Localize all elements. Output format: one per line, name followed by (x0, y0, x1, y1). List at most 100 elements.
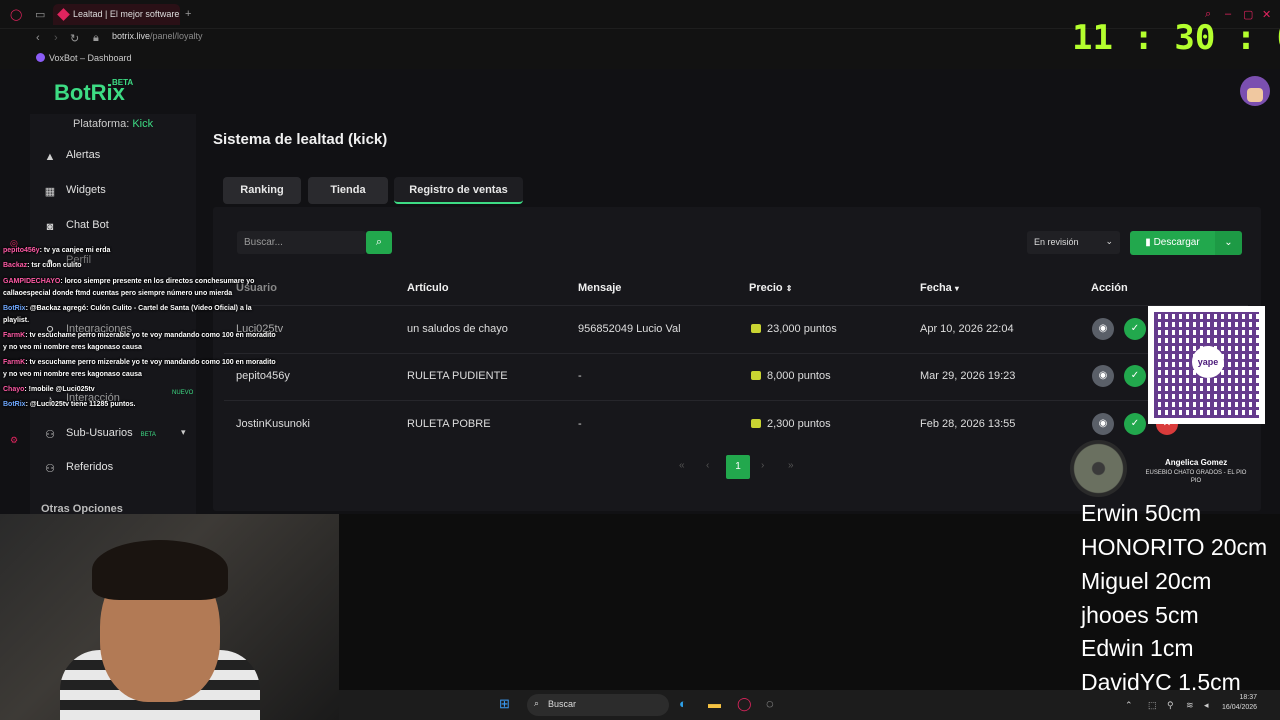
opera-logo-icon[interactable]: ◯ (10, 8, 22, 21)
chat-message: BotRix: @Backaz agregó: Culón Culito - C… (3, 305, 252, 312)
logo-beta-badge: BETA (112, 78, 134, 87)
platform-label: Plataforma: (73, 118, 130, 130)
coins-icon (751, 371, 761, 380)
chat-message: Backaz: tsr culon culito (3, 262, 82, 269)
url-path: /panel/loyalty (150, 31, 203, 41)
tab-grid-icon[interactable]: ▭ (35, 8, 45, 21)
current-page-button[interactable]: 1 (726, 455, 750, 479)
search-input[interactable]: Buscar... (237, 231, 366, 254)
view-icon[interactable]: ◉ (1092, 413, 1114, 435)
view-icon[interactable]: ◉ (1092, 318, 1114, 340)
album-art-disc (1070, 440, 1127, 497)
url-field[interactable]: botrix.live/panel/loyalty (112, 31, 203, 41)
chevron-up-icon[interactable]: ⌃ (1125, 700, 1133, 711)
sidebar-item-label: Chat Bot (66, 219, 109, 231)
reload-icon[interactable]: ↻ (70, 32, 79, 45)
warning-icon: ▲ (44, 151, 56, 163)
volume-icon[interactable]: ◂ (1204, 700, 1209, 711)
wifi-icon[interactable]: ≋ (1186, 700, 1194, 711)
next-page-icon[interactable]: › (761, 460, 764, 471)
sidebar-item-label: Alertas (66, 149, 101, 161)
edge-icon[interactable]: ◐ (679, 696, 687, 711)
download-button[interactable]: ▮ Descargar (1130, 231, 1215, 255)
platform-value: Kick (132, 118, 154, 130)
taskbar-clock[interactable]: 18:37 16/04/2026 (1222, 693, 1257, 713)
microphone-icon[interactable]: ⚲ (1167, 700, 1174, 711)
chat-message: y no veo mi nombre eres kagonaso causa (3, 371, 142, 378)
chevron-down-icon: ⌄ (1224, 237, 1233, 248)
tab-tienda[interactable]: Tienda (308, 177, 388, 204)
first-page-icon[interactable]: « (679, 460, 685, 471)
back-icon[interactable]: ‹ (36, 32, 40, 44)
chat-text: : !mobile @Luci025tv (24, 386, 95, 393)
sidebar-item-chat-bot[interactable]: ◙ Chat Bot (44, 219, 109, 233)
taskbar-search[interactable]: ⌕ Buscar (527, 694, 669, 716)
bookmark-voxbot[interactable]: VoxBot – Dashboard (36, 53, 132, 63)
sidebar-item-label: Sub-Usuarios (66, 427, 133, 439)
cell-item: un saludos de chayo (407, 323, 508, 335)
now-playing-artist: Angelica Gomez (1165, 458, 1228, 467)
ranking-entry: jhooes 5cm (1081, 602, 1199, 628)
chat-message: GAMPIDECHAYO: lorco siempre presente en … (3, 278, 254, 285)
new-tab-icon[interactable]: + (185, 8, 191, 20)
forward-icon[interactable]: › (54, 32, 58, 44)
opera-icon[interactable]: ◯ (737, 696, 752, 712)
approve-icon[interactable]: ✓ (1124, 365, 1146, 387)
cell-user: JostinKusunoki (236, 418, 310, 430)
chevron-down-icon: ⌄ (1105, 236, 1113, 246)
sidebar-item-referidos[interactable]: ⚇ Referidos (44, 461, 113, 475)
search-button[interactable]: ⌕ (366, 231, 392, 254)
chat-text: : tsr culon culito (27, 262, 82, 269)
column-header-accion: Acción (1091, 282, 1128, 294)
coins-icon (751, 324, 761, 333)
column-header-fecha[interactable]: Fecha ▾ (920, 282, 959, 294)
cell-price: 2,300 puntos (751, 418, 831, 430)
app-icon[interactable]: ◌ (766, 696, 774, 711)
tab-ranking[interactable]: Ranking (223, 177, 301, 204)
yape-logo: yape (1192, 346, 1224, 378)
approve-icon[interactable]: ✓ (1124, 318, 1146, 340)
chat-message: callaoespecial donde ftmd cuentas pero s… (3, 290, 232, 297)
chat-message: FarmK: tv escuchame perro mizerable yo t… (3, 332, 276, 339)
tab-registro-de-ventas[interactable]: Registro de ventas (394, 177, 523, 204)
cell-item: RULETA PUDIENTE (407, 370, 508, 382)
column-header-precio[interactable]: Precio ⇕ (749, 282, 792, 294)
user-avatar[interactable] (1240, 76, 1270, 106)
chat-text: callaoespecial donde ftmd cuentas pero s… (3, 290, 233, 297)
sidebar-item-alertas[interactable]: ▲ Alertas (44, 149, 101, 163)
chat-user: pepito456y (3, 247, 40, 254)
file-icon: ▮ (1145, 237, 1154, 248)
chat-text: : tv escuchame perro mizerable yo te voy… (25, 332, 276, 339)
ranking-entry: HONORITO 20cm (1081, 534, 1268, 560)
price-value: 23,000 puntos (767, 323, 837, 335)
price-value: 2,300 puntos (767, 418, 831, 430)
botrix-logo[interactable]: BotRix BETA (54, 78, 133, 106)
view-icon[interactable]: ◉ (1092, 365, 1114, 387)
chat-user: GAMPIDECHAYO (3, 278, 61, 285)
browser-tab-active[interactable]: Lealtad | El mejor software (53, 4, 180, 25)
column-header-label: Fecha (920, 282, 952, 294)
chat-text: : @Luci025tv tiene 11285 puntos. (25, 401, 136, 408)
platform-indicator: Plataforma: Kick (73, 118, 153, 130)
download-options-button[interactable]: ⌄ (1215, 231, 1242, 255)
coins-icon (751, 419, 761, 428)
column-header-articulo[interactable]: Artículo (407, 282, 449, 294)
cell-date: Mar 29, 2026 19:23 (920, 370, 1016, 382)
chat-text: : lorco siempre presente en los directos… (60, 278, 255, 285)
column-header-mensaje[interactable]: Mensaje (578, 282, 621, 294)
prev-page-icon[interactable]: ‹ (706, 460, 709, 471)
network-icon[interactable]: ⬚ (1148, 700, 1157, 711)
sidebar-item-widgets[interactable]: ▦ Widgets (44, 184, 106, 198)
now-playing-title: EUSEBIO CHATO GRADOS - EL PIO PIO (1145, 470, 1247, 484)
chat-message: pepito456y: tv ya canjee mi erda (3, 247, 110, 254)
chevron-down-icon[interactable]: ▾ (181, 427, 186, 438)
cell-date: Apr 10, 2026 22:04 (920, 323, 1014, 335)
cell-message: 956852049 Lucio Val (578, 323, 681, 335)
last-page-icon[interactable]: » (788, 460, 794, 471)
lock-icon: 🔒︎ (93, 32, 99, 44)
windows-start-icon[interactable]: ⊞ (499, 696, 510, 712)
sidebar-item-sub-usuarios[interactable]: ⚇ Sub-Usuarios BETA (44, 427, 156, 441)
approve-icon[interactable]: ✓ (1124, 413, 1146, 435)
file-explorer-icon[interactable]: ▬ (708, 696, 721, 711)
status-filter-select[interactable]: En revisión ⌄ (1027, 231, 1120, 254)
